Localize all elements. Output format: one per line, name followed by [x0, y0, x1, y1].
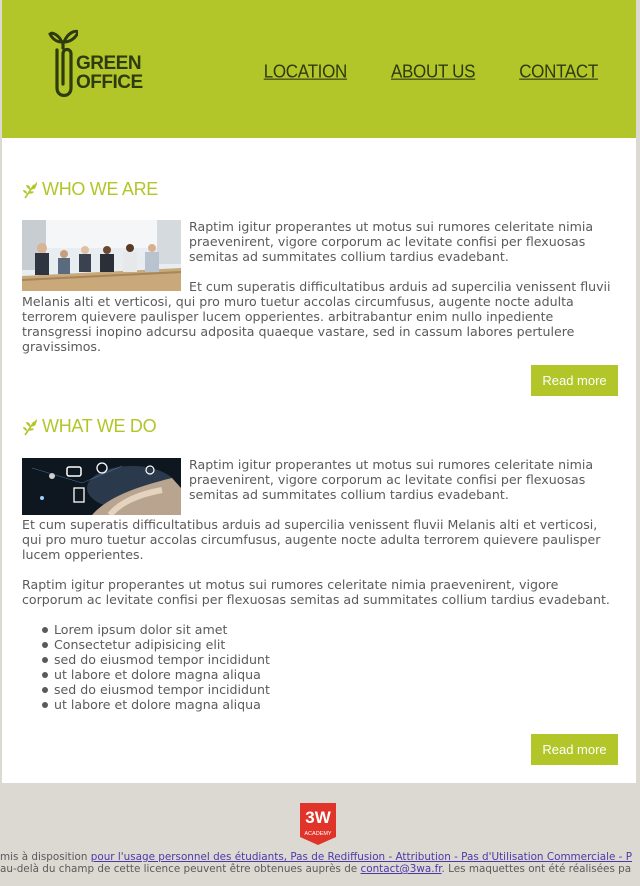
badge-subtext: ACADEMY	[304, 831, 332, 837]
brand-line1: GREEN	[76, 53, 142, 74]
footer-text: mis à disposition	[0, 851, 91, 863]
badge-text: 3W	[305, 808, 331, 827]
list-item: ut labore et dolore magna aliqua	[42, 667, 618, 682]
what-paragraph-3: Raptim igitur properantes ut motus sui r…	[22, 577, 610, 607]
footer-text: au-delà du champ de cette licence peuven…	[0, 863, 361, 875]
footer-text: . Les maquettes ont été réalisées pa	[441, 863, 632, 875]
what-paragraph-2: Et cum superatis difficultatibus arduis …	[22, 517, 601, 562]
logo-text: GREEN OFFICE	[76, 54, 143, 92]
contact-email-link[interactable]: contact@3wa.fr	[361, 863, 442, 875]
nav-contact[interactable]: CONTACT	[519, 61, 598, 83]
section-title-who-we-are: WHO WE ARE	[22, 179, 158, 200]
who-read-more-button[interactable]: Read more	[531, 365, 618, 396]
page-container: GREEN OFFICE LOCATION ABOUT US CONTACT W…	[2, 0, 636, 783]
3w-academy-badge[interactable]: 3W ACADEMY	[300, 803, 336, 845]
section-title-what-we-do: WHAT WE DO	[22, 416, 157, 437]
meeting-photo	[22, 220, 181, 291]
paperclip-sprout-icon	[48, 29, 78, 98]
license-link[interactable]: pour l'usage personnel des étudiants, Pa…	[91, 851, 632, 863]
nav-about-us[interactable]: ABOUT US	[391, 61, 476, 83]
list-item: sed do eiusmod tempor incididunt	[42, 652, 618, 667]
site-header: GREEN OFFICE LOCATION ABOUT US CONTACT	[2, 0, 636, 138]
list-item: Lorem ipsum dolor sit amet	[42, 622, 618, 637]
logo[interactable]: GREEN OFFICE	[48, 28, 148, 100]
what-read-more-button[interactable]: Read more	[531, 734, 618, 765]
section-title-text: WHAT WE DO	[42, 416, 157, 436]
list-item: Consectetur adipisicing elit	[42, 637, 618, 652]
who-we-are-content: Raptim igitur properantes ut motus sui r…	[22, 219, 618, 369]
leaf-icon	[23, 418, 37, 435]
leaf-icon	[23, 181, 37, 198]
nav-location[interactable]: LOCATION	[264, 61, 348, 83]
footer-license-line: mis à disposition pour l'usage personnel…	[0, 851, 640, 863]
list-item: sed do eiusmod tempor incididunt	[42, 682, 618, 697]
what-we-do-content: Raptim igitur properantes ut motus sui r…	[22, 457, 618, 712]
brand-line2: OFFICE	[76, 72, 143, 93]
list-item: ut labore et dolore magna aliqua	[42, 697, 618, 712]
section-title-text: WHO WE ARE	[42, 179, 159, 199]
main-nav: LOCATION ABOUT US CONTACT	[264, 61, 599, 83]
touchscreen-photo	[22, 458, 181, 515]
footer-contact-line: au-delà du champ de cette licence peuven…	[0, 863, 640, 875]
feature-list: Lorem ipsum dolor sit amet Consectetur a…	[22, 622, 618, 712]
